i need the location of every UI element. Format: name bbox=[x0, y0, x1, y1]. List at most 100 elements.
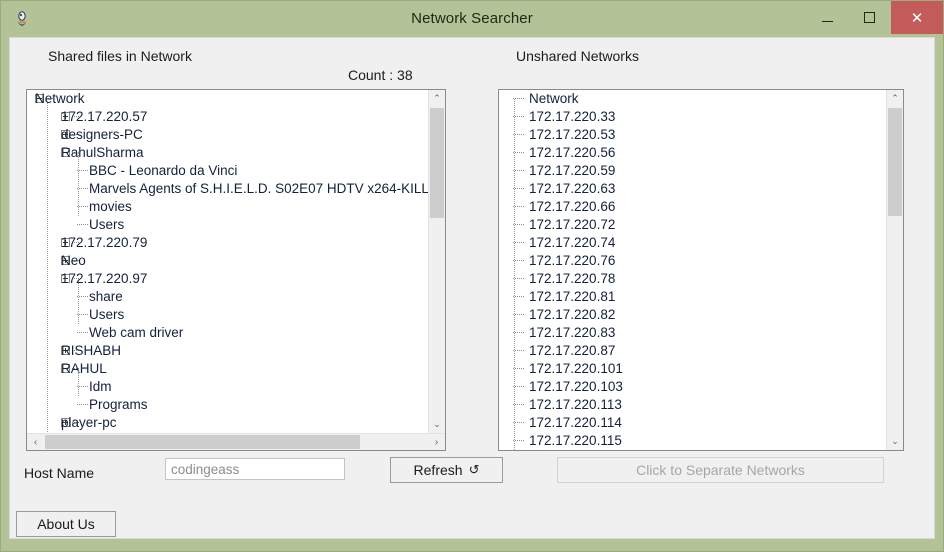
list-item[interactable]: 172.17.220.115 bbox=[499, 432, 903, 450]
list-item[interactable]: 172.17.220.53 bbox=[499, 126, 903, 144]
separate-networks-button[interactable]: Click to Separate Networks bbox=[557, 457, 884, 483]
list-item[interactable]: 172.17.220.114 bbox=[499, 414, 903, 432]
minimize-icon bbox=[821, 20, 833, 22]
about-us-button[interactable]: About Us bbox=[16, 511, 116, 537]
tree-connector bbox=[77, 404, 88, 406]
list-item-label: Network bbox=[529, 91, 579, 106]
tree-item-label: 172.17.220.79 bbox=[61, 235, 148, 250]
right-vertical-scroll-thumb[interactable] bbox=[888, 108, 902, 216]
list-item-label: 172.17.220.78 bbox=[529, 271, 616, 286]
tree-item-label: 172.17.220.57 bbox=[61, 109, 148, 124]
maximize-icon bbox=[863, 12, 875, 23]
host-name-label: Host Name bbox=[24, 465, 95, 481]
tree-item[interactable]: Marvels Agents of S.H.I.E.L.D. S02E07 HD… bbox=[27, 180, 445, 198]
list-item[interactable]: 172.17.220.83 bbox=[499, 324, 903, 342]
left-horizontal-scroll-thumb[interactable] bbox=[45, 435, 360, 449]
separate-networks-label: Click to Separate Networks bbox=[636, 462, 805, 478]
tree-item[interactable]: Users bbox=[27, 306, 445, 324]
tree-item[interactable]: player-pc bbox=[27, 414, 445, 432]
tree-item-label: Users bbox=[89, 307, 125, 322]
shared-files-tree[interactable]: Network 172.17.220.57 designers-PC RahulSha… bbox=[27, 90, 445, 432]
tree-item-label: RahulSharma bbox=[61, 145, 144, 160]
list-item[interactable]: 172.17.220.76 bbox=[499, 252, 903, 270]
list-item[interactable]: 172.17.220.74 bbox=[499, 234, 903, 252]
list-item[interactable]: 172.17.220.33 bbox=[499, 108, 903, 126]
tree-item-label: BBC - Leonardo da Vinci bbox=[89, 163, 238, 178]
list-item[interactable]: 172.17.220.63 bbox=[499, 180, 903, 198]
tree-item-label: Users bbox=[89, 217, 125, 232]
list-item[interactable]: 172.17.220.101 bbox=[499, 360, 903, 378]
tree-item[interactable]: Web cam driver bbox=[27, 324, 445, 342]
about-us-label: About Us bbox=[37, 516, 95, 532]
list-item[interactable]: 172.17.220.72 bbox=[499, 216, 903, 234]
refresh-button[interactable]: Refresh ↺ bbox=[390, 457, 503, 483]
left-vertical-scroll-thumb[interactable] bbox=[430, 108, 444, 218]
right-vertical-scrollbar[interactable]: ⌃ ⌄ bbox=[886, 90, 903, 450]
scroll-up-icon[interactable]: ⌃ bbox=[887, 90, 903, 107]
list-item-label: 172.17.220.81 bbox=[529, 289, 616, 304]
left-vertical-scrollbar[interactable]: ⌃ ⌄ bbox=[428, 90, 445, 433]
tree-guide-line bbox=[514, 99, 515, 450]
tree-connector bbox=[77, 224, 88, 226]
list-item-label: 172.17.220.114 bbox=[529, 415, 622, 430]
tree-item[interactable]: 172.17.220.97 bbox=[27, 270, 445, 288]
tree-item[interactable]: share bbox=[27, 288, 445, 306]
list-item-label: 172.17.220.101 bbox=[529, 361, 623, 376]
tree-item[interactable]: RISHABH bbox=[27, 342, 445, 360]
tree-item-label: RAHUL bbox=[61, 361, 107, 376]
refresh-button-label: Refresh bbox=[413, 462, 463, 478]
list-item-label: 172.17.220.53 bbox=[529, 127, 616, 142]
tree-item-label: Network bbox=[35, 91, 85, 106]
list-item-label: 172.17.220.82 bbox=[529, 307, 616, 322]
tree-item[interactable]: Idm bbox=[27, 378, 445, 396]
tree-guide-line bbox=[47, 99, 48, 432]
list-item[interactable]: 172.17.220.103 bbox=[499, 378, 903, 396]
tree-item-label: player-pc bbox=[61, 415, 117, 430]
tree-item[interactable]: Neo bbox=[27, 252, 445, 270]
list-item[interactable]: 172.17.220.82 bbox=[499, 306, 903, 324]
list-item[interactable]: 172.17.220.66 bbox=[499, 198, 903, 216]
tree-item[interactable]: Network bbox=[27, 90, 445, 108]
tree-item[interactable]: RAHUL bbox=[27, 360, 445, 378]
list-item-label: 172.17.220.74 bbox=[529, 235, 616, 250]
scroll-right-icon[interactable]: › bbox=[428, 434, 445, 450]
list-item-label: 172.17.220.76 bbox=[529, 253, 616, 268]
list-item-label: 172.17.220.87 bbox=[529, 343, 616, 358]
tree-item[interactable]: RahulSharma bbox=[27, 144, 445, 162]
list-item[interactable]: 172.17.220.56 bbox=[499, 144, 903, 162]
list-item-label: 172.17.220.115 bbox=[529, 433, 622, 448]
shared-files-tree-panel[interactable]: Network 172.17.220.57 designers-PC RahulSha… bbox=[26, 89, 446, 451]
list-item-label: 172.17.220.103 bbox=[529, 379, 623, 394]
unshared-networks-list[interactable]: Network 172.17.220.33 172.17.220.53 172.17.… bbox=[499, 90, 903, 450]
tree-item[interactable]: 172.17.220.57 bbox=[27, 108, 445, 126]
left-horizontal-scrollbar[interactable]: ‹ › bbox=[27, 433, 445, 450]
window-title: Network Searcher bbox=[411, 10, 533, 27]
tree-item[interactable]: 172.17.220.79 bbox=[27, 234, 445, 252]
scroll-left-icon[interactable]: ‹ bbox=[27, 434, 44, 450]
minimize-button[interactable] bbox=[805, 2, 849, 33]
scroll-up-icon[interactable]: ⌃ bbox=[429, 90, 445, 107]
scroll-down-icon[interactable]: ⌄ bbox=[429, 416, 445, 433]
tree-connector bbox=[77, 332, 88, 334]
tree-item-label: Idm bbox=[89, 379, 112, 394]
list-item[interactable]: 172.17.220.78 bbox=[499, 270, 903, 288]
unshared-networks-panel[interactable]: Network 172.17.220.33 172.17.220.53 172.17.… bbox=[498, 89, 904, 451]
list-item[interactable]: 172.17.220.113 bbox=[499, 396, 903, 414]
close-button[interactable]: ✕ bbox=[891, 1, 943, 34]
unshared-networks-heading: Unshared Networks bbox=[516, 48, 639, 64]
list-item[interactable]: 172.17.220.59 bbox=[499, 162, 903, 180]
application-window: Network Searcher ✕ Shared files in Netwo… bbox=[0, 0, 944, 552]
tree-item-label: 172.17.220.97 bbox=[61, 271, 148, 286]
list-item[interactable]: Network bbox=[499, 90, 903, 108]
tree-item[interactable]: movies bbox=[27, 198, 445, 216]
tree-item[interactable]: designers-PC bbox=[27, 126, 445, 144]
maximize-button[interactable] bbox=[847, 2, 891, 33]
tree-item[interactable]: BBC - Leonardo da Vinci bbox=[27, 162, 445, 180]
tree-item[interactable]: Programs bbox=[27, 396, 445, 414]
list-item[interactable]: 172.17.220.81 bbox=[499, 288, 903, 306]
host-name-input[interactable] bbox=[165, 458, 345, 480]
tree-item-label: Marvels Agents of S.H.I.E.L.D. S02E07 HD… bbox=[89, 181, 438, 196]
scroll-down-icon[interactable]: ⌄ bbox=[887, 433, 903, 450]
tree-item[interactable]: Users bbox=[27, 216, 445, 234]
list-item[interactable]: 172.17.220.87 bbox=[499, 342, 903, 360]
